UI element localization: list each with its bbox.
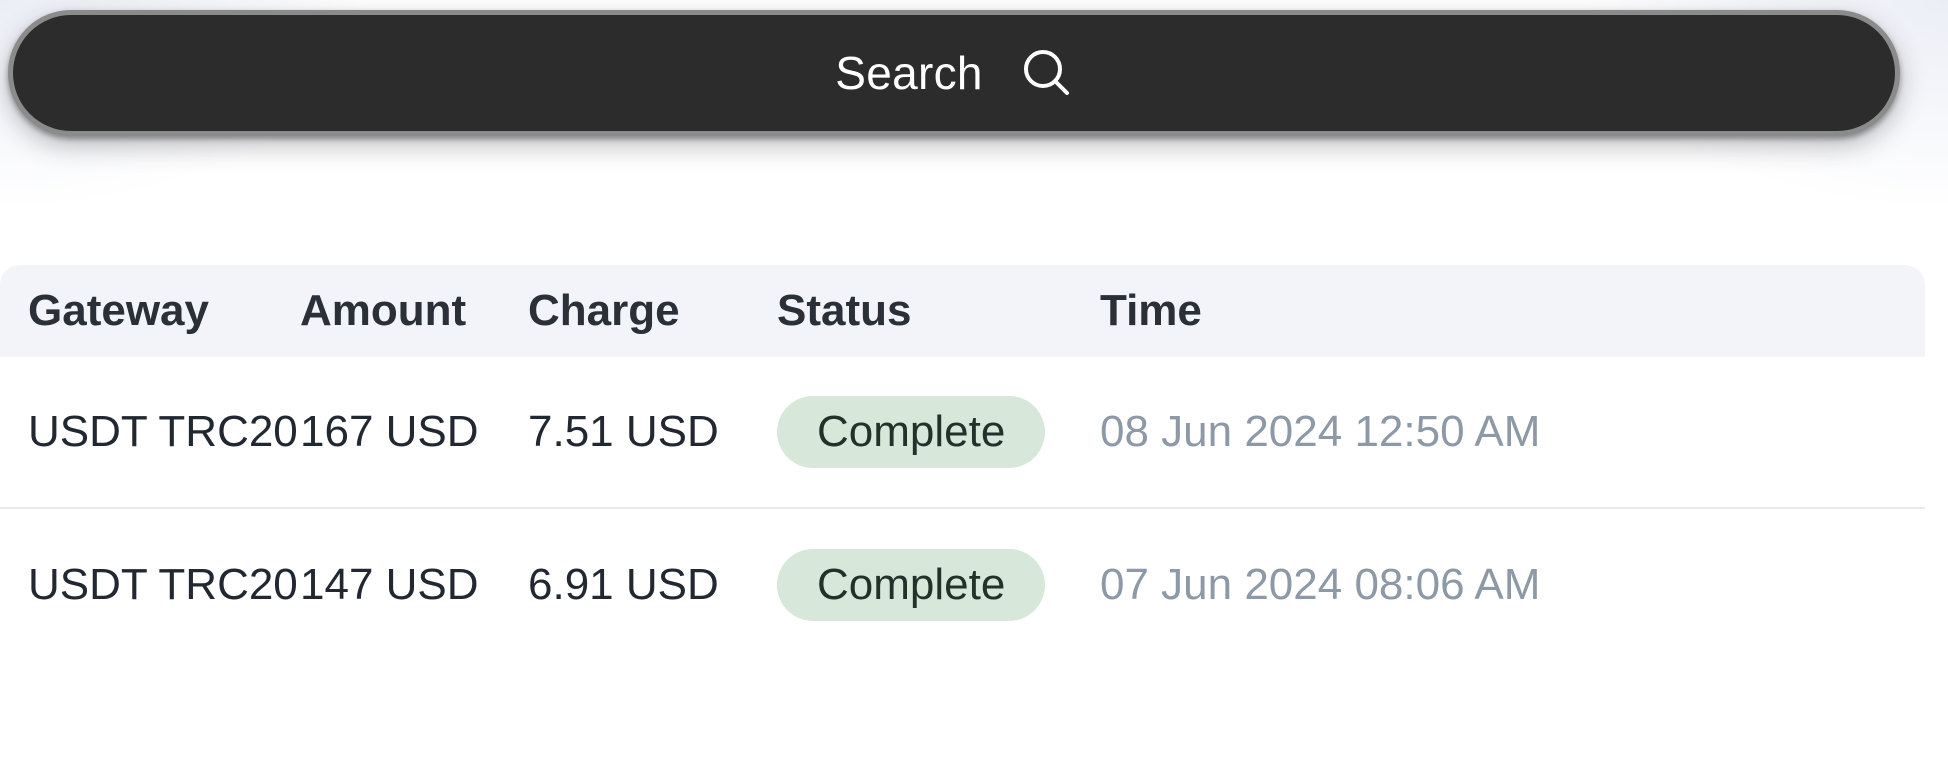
- cell-charge: 7.51 USD: [528, 407, 719, 456]
- table-header-row: Gateway Amount Charge Status Time: [0, 265, 1925, 357]
- column-header-amount[interactable]: Amount: [300, 286, 528, 336]
- table-row[interactable]: USDT TRC20 147 USD 6.91 USD Complete 07 …: [0, 509, 1925, 661]
- cell-amount: 147 USD: [300, 560, 479, 609]
- column-header-status[interactable]: Status: [777, 286, 1100, 336]
- search-bar[interactable]: Search: [8, 10, 1900, 136]
- cell-status: Complete: [777, 396, 1100, 468]
- search-icon[interactable]: [1021, 47, 1073, 99]
- status-badge: Complete: [777, 396, 1046, 468]
- transactions-table: Gateway Amount Charge Status Time USDT T…: [0, 265, 1925, 661]
- cell-status: Complete: [777, 549, 1100, 621]
- cell-time: 07 Jun 2024 08:06 AM: [1100, 560, 1925, 610]
- search-label: Search: [835, 47, 983, 99]
- column-header-gateway[interactable]: Gateway: [0, 286, 300, 336]
- cell-amount: 167 USD: [300, 407, 479, 456]
- status-badge: Complete: [777, 549, 1046, 621]
- cell-time: 08 Jun 2024 12:50 AM: [1100, 407, 1925, 457]
- cell-gateway: USDT TRC20: [28, 407, 298, 456]
- timestamp: 08 Jun 2024 12:50 AM: [1100, 407, 1541, 456]
- column-header-time[interactable]: Time: [1100, 286, 1925, 336]
- column-header-charge[interactable]: Charge: [528, 286, 777, 336]
- timestamp: 07 Jun 2024 08:06 AM: [1100, 560, 1541, 609]
- table-row[interactable]: USDT TRC20 167 USD 7.51 USD Complete 08 …: [0, 357, 1925, 509]
- cell-gateway: USDT TRC20: [28, 560, 298, 609]
- page-background: Search Gateway Amount Charge Status Time…: [0, 0, 1948, 784]
- cell-charge: 6.91 USD: [528, 560, 719, 609]
